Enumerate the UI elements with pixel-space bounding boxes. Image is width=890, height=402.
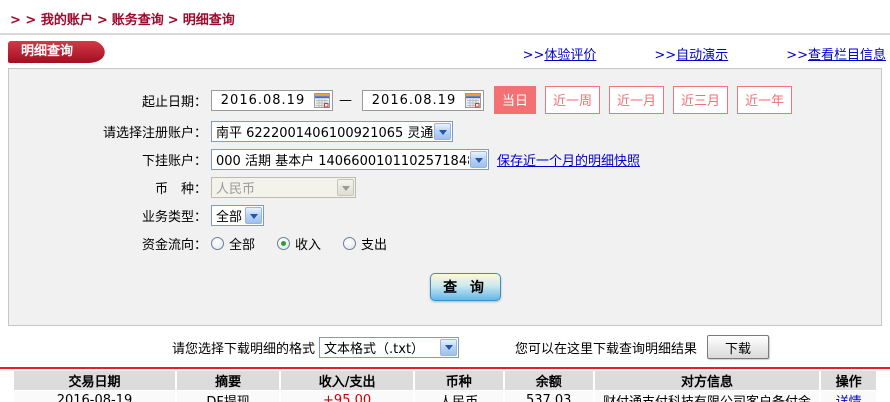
cell-currency: 人民币 xyxy=(414,391,503,402)
quick-range-year-button[interactable]: 近一年 xyxy=(737,86,793,114)
calendar-icon[interactable] xyxy=(314,92,330,108)
radio-expense-unchecked[interactable] xyxy=(343,237,357,250)
col-summary: 摘要 xyxy=(177,371,280,390)
radio-income-label: 收入 xyxy=(295,238,322,253)
quick-range-week-button[interactable]: 近一周 xyxy=(545,86,601,114)
col-income-expense: 收入/支出 xyxy=(281,371,413,390)
col-balance: 余额 xyxy=(504,371,593,390)
download-format-value: 文本格式（.txt） xyxy=(324,341,425,357)
query-button[interactable]: 查 询 xyxy=(430,273,501,301)
cell-summary: DF提现 xyxy=(177,391,280,402)
calendar-icon[interactable] xyxy=(465,92,481,108)
start-date-input[interactable]: 2016.08.19 xyxy=(211,89,333,111)
breadcrumb-prefix: > > xyxy=(10,13,37,28)
radio-all-label: 全部 xyxy=(229,238,256,253)
cell-balance: 537.03 xyxy=(504,391,593,402)
download-hint: 您可以在这里下载查询明细结果 xyxy=(515,341,698,357)
link-experience-rating[interactable]: >>体验评价 xyxy=(523,44,597,63)
end-date-value: 2016.08.19 xyxy=(371,92,457,108)
link-view-column-info[interactable]: >>查看栏目信息 xyxy=(786,44,886,63)
red-divider xyxy=(0,367,890,369)
sub-account-select[interactable]: 000 活期 基本户 1406600101102571848 xyxy=(211,149,489,170)
quick-range-quarter-button[interactable]: 近三月 xyxy=(673,86,729,114)
col-counterparty: 对方信息 xyxy=(594,371,820,390)
currency-value: 人民币 xyxy=(216,182,256,197)
chevron-down-icon xyxy=(440,338,458,356)
fund-flow-row: 资金流向： 全部 收入 支出 xyxy=(9,233,881,254)
breadcrumb-separator: > xyxy=(96,13,108,28)
section-header: 明细查询 >>体验评价 >>自动演示 >>查看栏目信息 xyxy=(0,40,890,67)
breadcrumb-item-account-query[interactable]: 账务查询 xyxy=(112,13,164,28)
quick-range-today-button[interactable]: 当日 xyxy=(494,86,537,114)
date-range-label: 起止日期： xyxy=(141,94,207,110)
business-type-value: 全部 xyxy=(216,210,243,225)
cell-action: 详情 xyxy=(821,391,876,402)
start-date-value: 2016.08.19 xyxy=(220,92,306,108)
download-button[interactable]: 下载 xyxy=(707,335,770,359)
cell-income-expense: +95.00 xyxy=(281,391,413,402)
breadcrumb-item-detail-query[interactable]: 明细查询 xyxy=(183,13,235,28)
sub-account-value: 000 活期 基本户 1406600101102571848 xyxy=(216,154,469,169)
cell-trade-date: 2016-08-19 xyxy=(14,391,176,402)
detail-link[interactable]: 详情 xyxy=(836,395,862,402)
radio-all-unchecked[interactable] xyxy=(211,237,224,250)
registered-account-value: 南平 6222001406100921065 灵通卡 xyxy=(216,126,433,141)
chevron-down-icon xyxy=(337,179,354,196)
table-header-row: 交易日期 摘要 收入/支出 币种 余额 对方信息 操作 xyxy=(14,371,876,390)
sub-account-row: 下挂账户： 000 活期 基本户 1406600101102571848 保存近… xyxy=(9,149,881,170)
header-links: >>体验评价 >>自动演示 >>查看栏目信息 xyxy=(465,44,886,63)
fund-flow-option-expense: 支出 xyxy=(343,234,387,253)
chevrons-icon: >> xyxy=(786,48,808,63)
business-type-select[interactable]: 全部 xyxy=(211,205,264,226)
save-monthly-snapshot-link[interactable]: 保存近一个月的明细快照 xyxy=(497,150,640,169)
fund-flow-option-income: 收入 xyxy=(277,234,321,253)
radio-income-checked[interactable] xyxy=(277,237,291,250)
col-currency: 币种 xyxy=(414,371,503,390)
breadcrumb-item-my-account[interactable]: 我的账户 xyxy=(41,13,93,28)
registered-account-row: 请选择注册账户： 南平 6222001406100921065 灵通卡 xyxy=(9,121,881,142)
chevrons-icon: >> xyxy=(522,48,545,63)
fund-flow-option-all: 全部 xyxy=(211,234,255,253)
currency-select: 人民币 xyxy=(211,177,356,198)
fund-flow-label: 资金流向： xyxy=(141,238,207,253)
breadcrumb-separator: > xyxy=(167,13,179,28)
download-format-label: 请您选择下载明细的格式 xyxy=(172,341,316,357)
sub-account-label: 下挂账户： xyxy=(141,154,207,169)
end-date-input[interactable]: 2016.08.19 xyxy=(362,89,484,111)
business-type-row: 业务类型： 全部 xyxy=(9,205,881,226)
registered-account-label: 请选择注册账户： xyxy=(102,126,207,141)
currency-row: 币 种： 人民币 xyxy=(9,177,881,198)
chevron-down-icon xyxy=(470,151,487,168)
business-type-label: 业务类型： xyxy=(141,210,207,225)
chevrons-icon: >> xyxy=(654,48,677,63)
chevron-down-icon xyxy=(245,207,262,224)
col-trade-date: 交易日期 xyxy=(14,371,176,390)
table-row: 2016-08-19 DF提现 +95.00 人民币 537.03 财付通支付科… xyxy=(14,391,876,402)
date-range-row: 起止日期： 2016.08.19 — 2016.08.19 当日 近一周 近一月… xyxy=(9,86,881,114)
quick-range-month-button[interactable]: 近一月 xyxy=(609,86,665,114)
registered-account-select[interactable]: 南平 6222001406100921065 灵通卡 xyxy=(211,121,453,142)
link-auto-demo[interactable]: >>自动演示 xyxy=(654,44,728,63)
cell-counterparty: 财付通支付科技有限公司客户备付金 xyxy=(594,391,820,402)
download-format-select[interactable]: 文本格式（.txt） xyxy=(319,336,460,358)
query-form-panel: 起止日期： 2016.08.19 — 2016.08.19 当日 近一周 近一月… xyxy=(8,68,882,326)
date-separator: — xyxy=(339,92,352,108)
tab-detail-query: 明细查询 xyxy=(8,41,84,63)
col-action: 操作 xyxy=(821,371,876,390)
transaction-table: 交易日期 摘要 收入/支出 币种 余额 对方信息 操作 2016-08-19 D… xyxy=(12,370,878,402)
fund-flow-options: 全部 收入 支出 xyxy=(211,234,409,253)
quick-range-buttons: 当日 近一周 近一月 近三月 近一年 xyxy=(494,86,801,114)
currency-label: 币 种： xyxy=(154,182,207,197)
radio-expense-label: 支出 xyxy=(361,238,388,253)
download-row: 请您选择下载明细的格式 文本格式（.txt） 您可以在这里下载查询明细结果 下载 xyxy=(0,335,890,359)
chevron-down-icon xyxy=(434,123,451,140)
breadcrumb: > > 我的账户 > 账务查询 > 明细查询 xyxy=(0,0,890,35)
